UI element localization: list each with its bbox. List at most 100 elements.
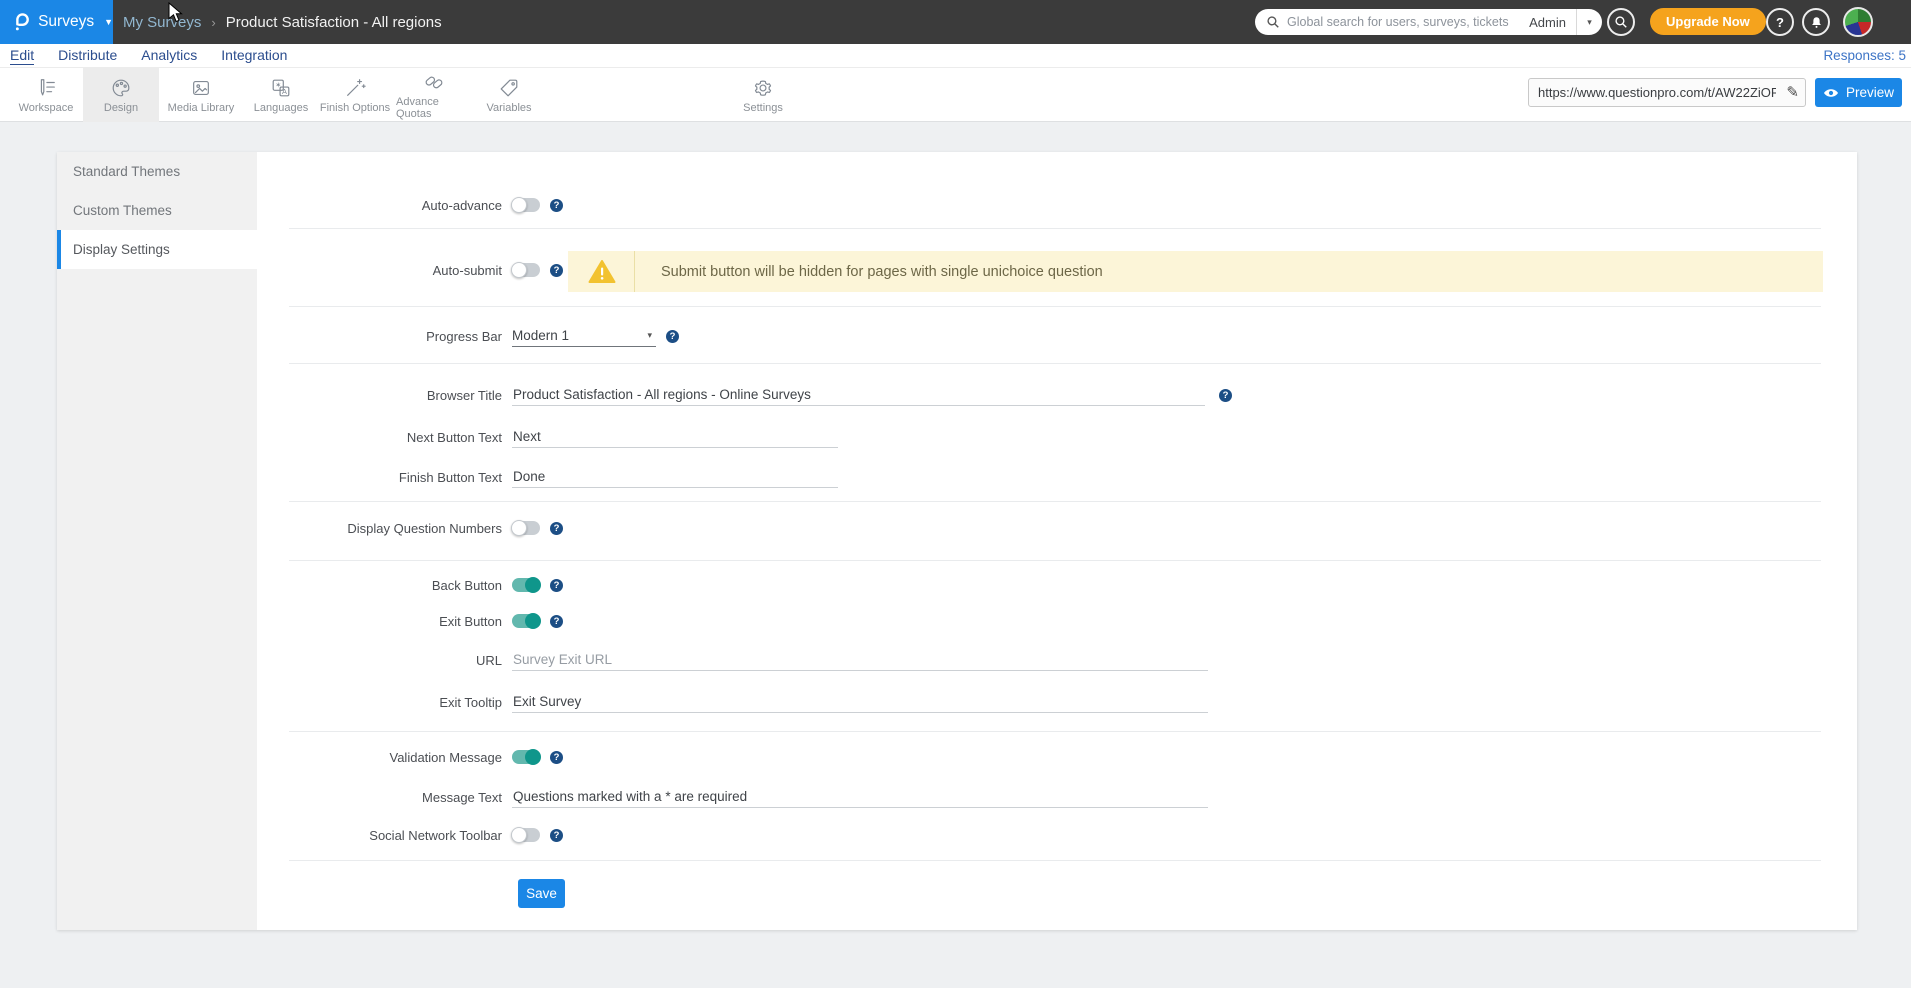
- display-question-numbers-label: Display Question Numbers: [262, 521, 502, 536]
- help-icon[interactable]: ?: [1219, 389, 1232, 402]
- finish-button-text-input[interactable]: [512, 466, 838, 488]
- edit-url-pencil-icon[interactable]: ✎: [1786, 83, 1799, 101]
- help-icon[interactable]: ?: [550, 829, 563, 842]
- auto-advance-label: Auto-advance: [262, 198, 502, 213]
- chevron-down-icon: ▼: [104, 17, 113, 27]
- toggle-knob: [511, 262, 527, 278]
- sidebar-item-custom-themes[interactable]: Custom Themes: [57, 191, 257, 230]
- toolbar-item-design[interactable]: Design: [83, 68, 159, 122]
- breadcrumb-survey-title: Product Satisfaction - All regions: [226, 14, 442, 31]
- top-header: Surveys ▼ My Surveys › Product Satisfact…: [0, 0, 1911, 44]
- global-search-input[interactable]: [1287, 15, 1529, 29]
- back-button-toggle[interactable]: [512, 578, 540, 592]
- toolbar-item-settings[interactable]: Settings: [725, 68, 801, 122]
- survey-url-text[interactable]: https://www.questionpro.com/t/AW22ZiOP: [1538, 79, 1776, 106]
- exit-url-label: URL: [262, 653, 502, 668]
- edit-toolbar: Workspace Design Media Library ✶ A Langu…: [0, 67, 1911, 122]
- social-network-toolbar-label: Social Network Toolbar: [262, 828, 502, 843]
- message-text-input[interactable]: [512, 786, 1208, 808]
- survey-nav: Edit Distribute Analytics Integration Re…: [0, 44, 1911, 67]
- tab-analytics[interactable]: Analytics: [141, 47, 197, 64]
- toolbar-item-languages[interactable]: ✶ A Languages: [243, 68, 319, 122]
- progress-bar-label: Progress Bar: [262, 329, 502, 344]
- notifications-button[interactable]: [1802, 8, 1830, 36]
- sidebar-item-display-settings[interactable]: Display Settings: [57, 230, 257, 269]
- toolbar-label: Advance Quotas: [396, 96, 472, 120]
- toolbar-item-variables[interactable]: Variables: [471, 68, 547, 122]
- exit-url-input[interactable]: [512, 649, 1208, 671]
- help-icon[interactable]: ?: [550, 579, 563, 592]
- divider: [289, 501, 1821, 502]
- chevron-down-icon: ▾: [1587, 17, 1592, 28]
- display-question-numbers-toggle[interactable]: [512, 521, 540, 535]
- toggle-knob: [511, 827, 527, 843]
- help-icon[interactable]: ?: [550, 522, 563, 535]
- exit-button-row: Exit Button ?: [262, 610, 563, 632]
- finish-button-text-label: Finish Button Text: [262, 470, 502, 485]
- toggle-knob: [525, 577, 541, 593]
- breadcrumb-my-surveys[interactable]: My Surveys: [123, 14, 201, 31]
- browser-title-row: Browser Title ?: [262, 384, 1232, 406]
- search-button[interactable]: [1607, 8, 1635, 36]
- survey-url-box: https://www.questionpro.com/t/AW22ZiOP ✎: [1528, 78, 1806, 107]
- browser-title-label: Browser Title: [262, 388, 502, 403]
- tab-integration[interactable]: Integration: [221, 47, 287, 64]
- bell-icon: [1809, 15, 1824, 30]
- tab-distribute[interactable]: Distribute: [58, 47, 117, 64]
- svg-text:A: A: [282, 87, 287, 96]
- chain-link-icon: [423, 71, 445, 93]
- svg-text:✶: ✶: [275, 80, 281, 89]
- divider: [289, 731, 1821, 732]
- display-question-numbers-row: Display Question Numbers ?: [262, 517, 563, 539]
- questionpro-app: Surveys ▼ My Surveys › Product Satisfact…: [0, 0, 1911, 988]
- gear-icon: [752, 77, 774, 99]
- progress-bar-select[interactable]: Modern 1 ▾: [512, 325, 656, 347]
- questionpro-logo-icon: [11, 10, 30, 34]
- preview-label: Preview: [1846, 85, 1894, 100]
- exit-url-row: URL: [262, 649, 1208, 671]
- toolbar-item-finish-options[interactable]: Finish Options: [317, 68, 393, 122]
- help-icon[interactable]: ?: [550, 615, 563, 628]
- social-network-toolbar-toggle[interactable]: [512, 828, 540, 842]
- auto-advance-row: Auto-advance ?: [262, 194, 563, 216]
- divider: [289, 560, 1821, 561]
- toolbar-item-media-library[interactable]: Media Library: [163, 68, 239, 122]
- help-button[interactable]: ?: [1766, 8, 1794, 36]
- auto-submit-warning: Submit button will be hidden for pages w…: [568, 251, 1823, 292]
- auto-submit-row: Auto-submit ?: [262, 259, 563, 281]
- magic-wand-icon: [344, 77, 366, 99]
- help-icon[interactable]: ?: [666, 330, 679, 343]
- auto-submit-toggle[interactable]: [512, 263, 540, 277]
- preview-button[interactable]: Preview: [1815, 78, 1902, 107]
- toolbar-item-workspace[interactable]: Workspace: [8, 68, 84, 122]
- help-icon[interactable]: ?: [550, 199, 563, 212]
- sidebar-item-standard-themes[interactable]: Standard Themes: [57, 152, 257, 191]
- search-scope-caret[interactable]: ▾: [1576, 9, 1602, 35]
- help-icon[interactable]: ?: [550, 264, 563, 277]
- exit-button-toggle[interactable]: [512, 614, 540, 628]
- tag-icon: [498, 77, 520, 99]
- breadcrumb: My Surveys › Product Satisfaction - All …: [123, 0, 442, 44]
- save-button[interactable]: Save: [518, 879, 565, 908]
- tab-edit[interactable]: Edit: [10, 47, 34, 65]
- browser-title-input[interactable]: [512, 384, 1205, 406]
- translate-icon: ✶ A: [270, 77, 292, 99]
- validation-message-label: Validation Message: [262, 750, 502, 765]
- toolbar-label: Languages: [254, 102, 308, 114]
- next-button-text-input[interactable]: [512, 426, 838, 448]
- divider: [289, 860, 1821, 861]
- help-icon[interactable]: ?: [550, 751, 563, 764]
- toolbar-item-advance-quotas[interactable]: Advance Quotas: [396, 68, 472, 122]
- exit-tooltip-label: Exit Tooltip: [262, 695, 502, 710]
- warning-divider: [634, 251, 635, 292]
- toggle-knob: [525, 749, 541, 765]
- validation-message-toggle[interactable]: [512, 750, 540, 764]
- user-avatar[interactable]: [1843, 7, 1873, 37]
- upgrade-now-button[interactable]: Upgrade Now: [1650, 8, 1766, 35]
- exit-tooltip-input[interactable]: [512, 691, 1208, 713]
- surveys-product-menu[interactable]: Surveys ▼: [0, 0, 113, 44]
- search-scope-admin[interactable]: Admin: [1529, 15, 1566, 30]
- social-network-toolbar-row: Social Network Toolbar ?: [262, 824, 563, 846]
- responses-count[interactable]: Responses: 5: [1823, 44, 1906, 67]
- auto-advance-toggle[interactable]: [512, 198, 540, 212]
